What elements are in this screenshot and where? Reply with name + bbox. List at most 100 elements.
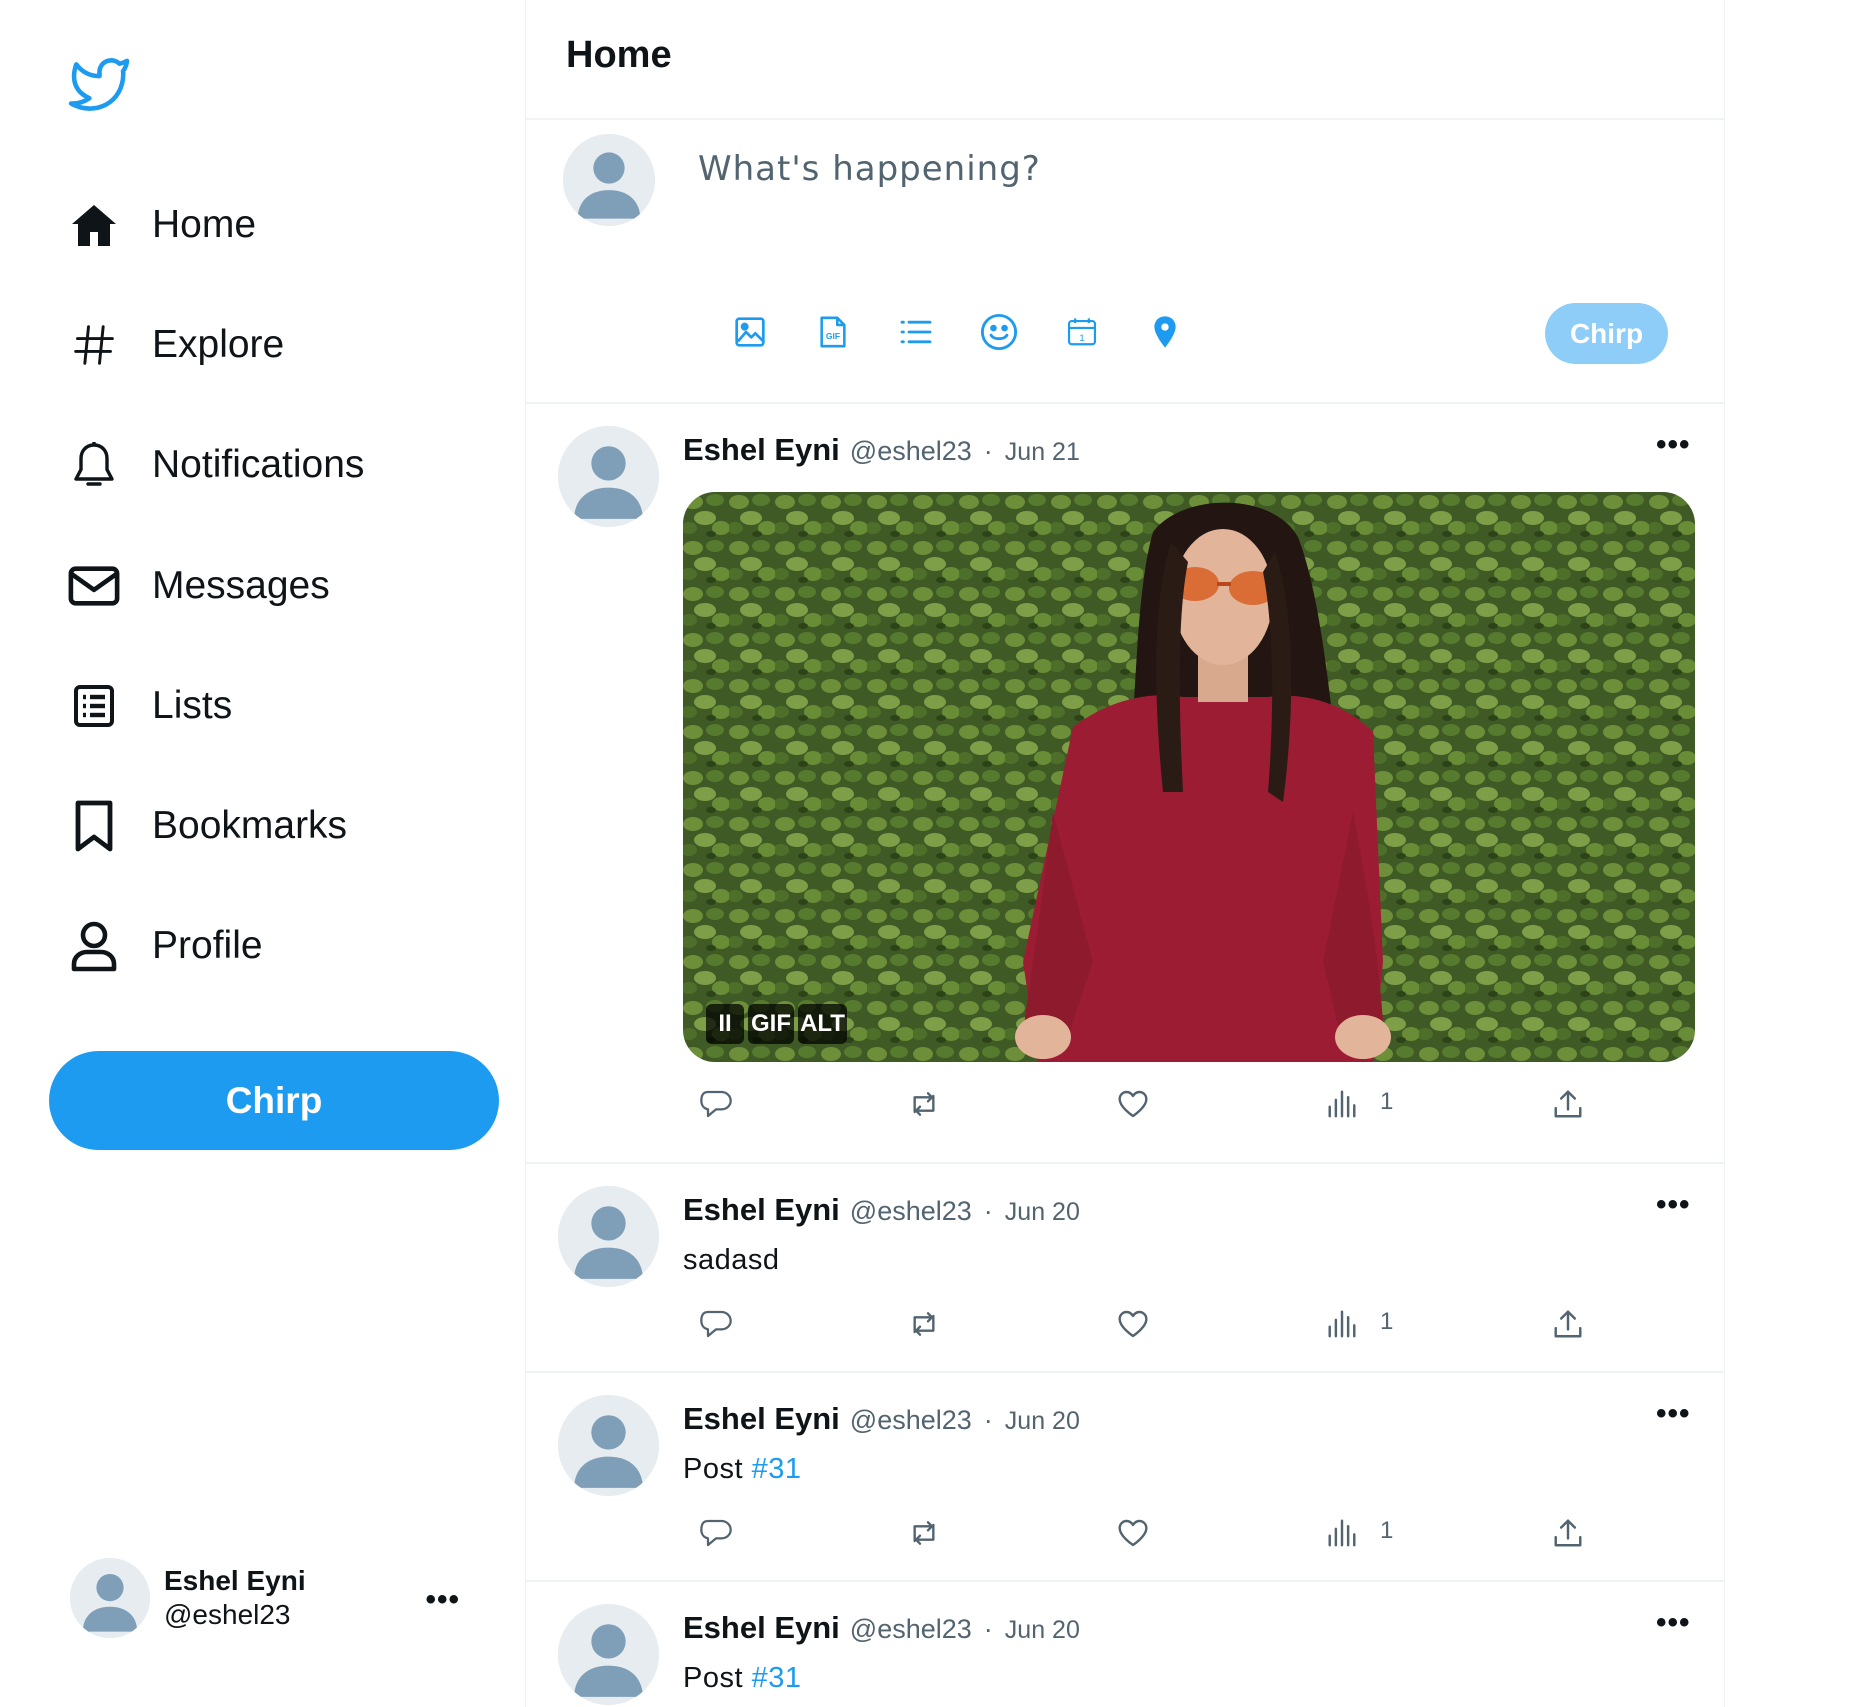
post[interactable]: Eshel Eyni @eshel23 · Jun 21 ••• II GIF … [526,404,1724,1164]
more-icon[interactable]: ••• [425,1583,460,1617]
pause-button[interactable]: II [706,1004,744,1044]
emoji-icon[interactable] [977,310,1021,354]
page-title: Home [566,34,672,76]
hashtag-icon [68,319,120,371]
alt-badge[interactable]: ALT [798,1004,847,1044]
sidebar-item-label: Messages [152,564,330,607]
reply-icon[interactable] [696,1304,736,1344]
envelope-icon [68,560,120,612]
views-icon[interactable] [1322,1304,1362,1344]
location-icon[interactable] [1143,310,1187,354]
compose-input[interactable] [696,148,1650,190]
like-icon[interactable] [1113,1084,1153,1124]
post-actions: 1 [696,1513,1596,1553]
share-icon[interactable] [1548,1304,1588,1344]
more-icon[interactable]: ••• [1656,428,1691,462]
chirp-button[interactable]: Chirp [49,1051,499,1150]
views-icon[interactable] [1322,1084,1362,1124]
post-author-handle[interactable]: @eshel23 [850,436,972,467]
share-icon[interactable] [1548,1513,1588,1553]
sidebar-item-notifications[interactable]: Notifications [68,432,364,498]
sidebar-item-label: Lists [152,684,233,727]
separator: · [983,1405,993,1435]
poll-icon[interactable] [894,310,938,354]
sidebar-item-bookmarks[interactable]: Bookmarks [68,793,347,859]
post-actions: 1 [696,1304,1596,1344]
separator: · [983,1614,993,1644]
share-icon[interactable] [1548,1084,1588,1124]
post-date[interactable]: Jun 21 [1005,438,1080,467]
sidebar-item-profile[interactable]: Profile [68,913,263,979]
sidebar-item-messages[interactable]: Messages [68,553,330,619]
post[interactable]: Eshel Eyni @eshel23 · Jun 20 ••• Post #3… [526,1373,1724,1582]
retweet-icon[interactable] [904,1513,944,1553]
avatar [563,134,655,226]
post-actions: 1 [696,1084,1596,1124]
hashtag-link[interactable]: #31 [752,1453,802,1485]
more-icon[interactable]: ••• [1656,1606,1691,1640]
post-text-body: sadasd [683,1244,780,1276]
avatar[interactable] [558,426,659,527]
post-text: Post #31 [683,1662,801,1695]
sidebar-item-label: Profile [152,924,263,967]
post[interactable]: Eshel Eyni @eshel23 · Jun 20 ••• sadasd … [526,1164,1724,1373]
svg-text:1: 1 [1079,333,1084,344]
sidebar-item-home[interactable]: Home [68,192,256,258]
avatar [70,1557,150,1638]
avatar[interactable] [558,1604,659,1705]
schedule-icon[interactable]: 1 [1060,310,1104,354]
post-author-name[interactable]: Eshel Eyni [683,1401,840,1437]
svg-text:GIF: GIF [826,331,840,341]
gif-badge: GIF [748,1004,794,1044]
views-count: 1 [1380,1308,1394,1335]
sidebar-item-explore[interactable]: Explore [68,312,284,378]
views-count: 1 [1380,1517,1394,1544]
like-icon[interactable] [1113,1304,1153,1344]
account-switcher[interactable]: Eshel Eyni @eshel23 ••• [70,1555,490,1640]
sidebar-item-lists[interactable]: Lists [68,673,232,739]
post-text: sadasd [683,1244,780,1277]
sidebar: Home Explore Notifications Messages List… [0,0,525,1707]
sidebar-item-label: Bookmarks [152,804,348,847]
home-icon [68,199,120,251]
post-author-handle[interactable]: @eshel23 [850,1196,972,1227]
post-author-name[interactable]: Eshel Eyni [683,1192,840,1228]
user-icon [68,920,120,972]
reply-icon[interactable] [696,1513,736,1553]
post-author-handle[interactable]: @eshel23 [850,1405,972,1436]
account-name: Eshel Eyni [164,1564,306,1596]
post-date[interactable]: Jun 20 [1005,1198,1080,1227]
post-text-body: Post [683,1662,744,1694]
bookmark-icon [68,800,120,852]
post-author-handle[interactable]: @eshel23 [850,1614,972,1645]
like-icon[interactable] [1113,1513,1153,1553]
views-icon[interactable] [1322,1513,1362,1553]
bell-icon [68,439,120,491]
separator: · [983,436,993,466]
post-author-name[interactable]: Eshel Eyni [683,432,840,468]
post-date[interactable]: Jun 20 [1005,1616,1080,1645]
post-date[interactable]: Jun 20 [1005,1407,1080,1436]
more-icon[interactable]: ••• [1656,1397,1691,1431]
divider [526,118,1724,120]
retweet-icon[interactable] [904,1304,944,1344]
gif-icon[interactable]: GIF [811,310,855,354]
separator: · [983,1196,993,1226]
bird-icon[interactable] [67,55,131,111]
image-icon[interactable] [728,310,772,354]
reply-icon[interactable] [696,1084,736,1124]
sidebar-item-label: Notifications [152,443,365,486]
more-icon[interactable]: ••• [1656,1188,1691,1222]
post-text: Post #31 [683,1453,801,1486]
avatar[interactable] [558,1186,659,1287]
avatar[interactable] [558,1395,659,1496]
hashtag-link[interactable]: #31 [752,1662,802,1694]
compose-chirp-button[interactable]: Chirp [1545,303,1668,364]
retweet-icon[interactable] [904,1084,944,1124]
post[interactable]: Eshel Eyni @eshel23 · Jun 20 ••• Post #3… [526,1582,1724,1707]
post-text-body: Post [683,1453,744,1485]
main-timeline: Home GIF 1 Chirp Eshel Eyni @eshel23 · J… [525,0,1725,1707]
account-handle: @eshel23 [164,1598,291,1630]
gif-media[interactable]: II GIF ALT [683,492,1695,1062]
post-author-name[interactable]: Eshel Eyni [683,1610,840,1646]
